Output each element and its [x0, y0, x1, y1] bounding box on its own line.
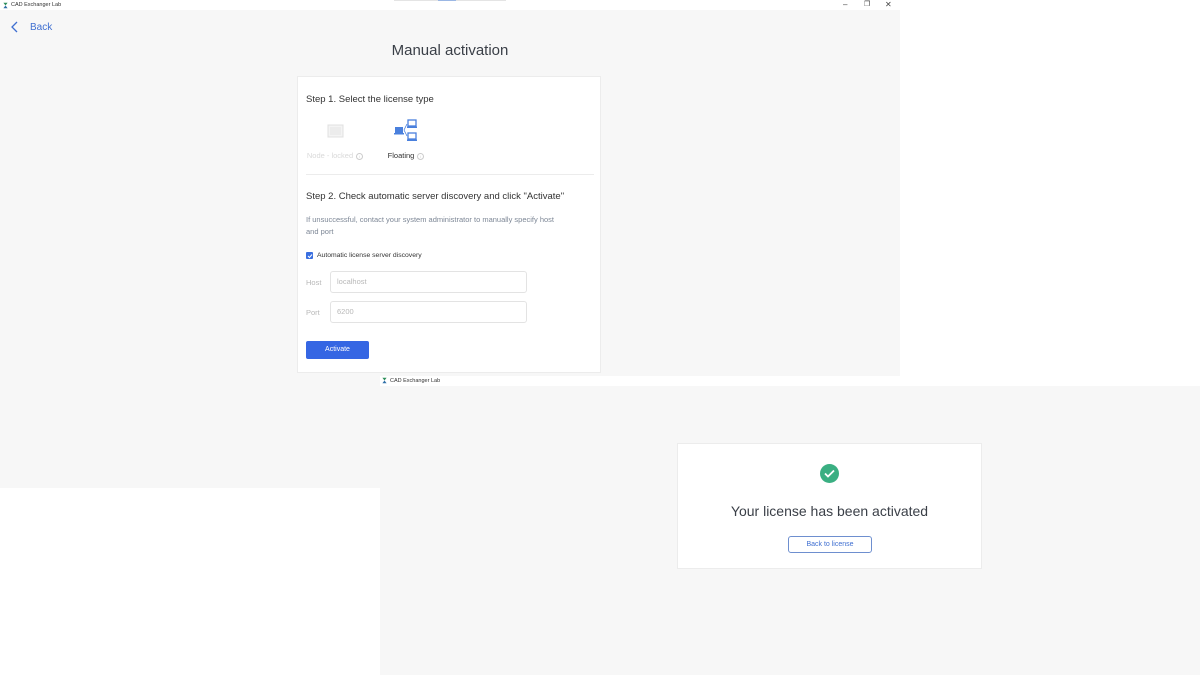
checkbox-checked-icon[interactable]: [306, 252, 313, 259]
app-logo-icon: [3, 2, 8, 9]
back-to-license-button[interactable]: Back to license: [788, 536, 872, 553]
back-button[interactable]: Back: [10, 21, 52, 33]
minimize-button[interactable]: –: [843, 0, 847, 10]
auto-discovery-checkbox[interactable]: Automatic license server discovery: [306, 252, 422, 259]
success-card: Your license has been activated Back to …: [677, 443, 982, 569]
check-circle-icon: [820, 464, 839, 483]
restore-button[interactable]: ❐: [864, 0, 870, 10]
activation-card: Step 1. Select the license type Node - l…: [297, 76, 601, 373]
network-computers-icon: [394, 119, 417, 141]
license-option-node-locked[interactable]: Node - locked i: [300, 121, 370, 163]
divider: [306, 174, 594, 175]
app-logo-icon: [382, 377, 387, 384]
active-tab-indicator: [438, 0, 456, 1]
tab-strip: [394, 0, 506, 1]
laptop-icon: [327, 124, 344, 138]
step2-title: Step 2. Check automatic server discovery…: [306, 191, 565, 202]
option-label: Node - locked: [306, 151, 354, 160]
success-title: Your license has been activated: [730, 503, 929, 519]
activation-success-window: CAD Exchanger Lab Your license has been …: [380, 376, 1200, 675]
back-label: Back: [30, 21, 53, 33]
port-input[interactable]: 6200: [330, 301, 527, 323]
title-bar: CAD Exchanger Lab: [380, 376, 1200, 386]
host-label: Host: [306, 278, 322, 287]
activate-button[interactable]: Activate: [306, 341, 369, 359]
host-input[interactable]: localhost: [330, 271, 527, 293]
info-icon[interactable]: i: [356, 152, 364, 160]
hint-text: If unsuccessful, contact your system adm…: [306, 215, 555, 236]
port-label: Port: [306, 308, 320, 317]
step1-title: Step 1. Select the license type: [306, 94, 434, 105]
checkbox-label: Automatic license server discovery: [317, 252, 422, 259]
close-button[interactable]: ✕: [885, 0, 892, 10]
manual-activation-window: CAD Exchanger Lab – ❐ ✕ Back Manual acti…: [0, 0, 900, 376]
background-panel: [0, 376, 380, 488]
app-title: CAD Exchanger Lab: [11, 2, 62, 8]
license-option-floating[interactable]: Floating i: [371, 119, 441, 163]
title-bar: CAD Exchanger Lab – ❐ ✕: [0, 0, 900, 10]
option-label: Floating: [387, 151, 415, 160]
app-title: CAD Exchanger Lab: [390, 378, 441, 384]
page-title: Manual activation: [391, 42, 509, 59]
chevron-left-icon: [11, 21, 18, 33]
info-icon[interactable]: i: [417, 152, 425, 160]
